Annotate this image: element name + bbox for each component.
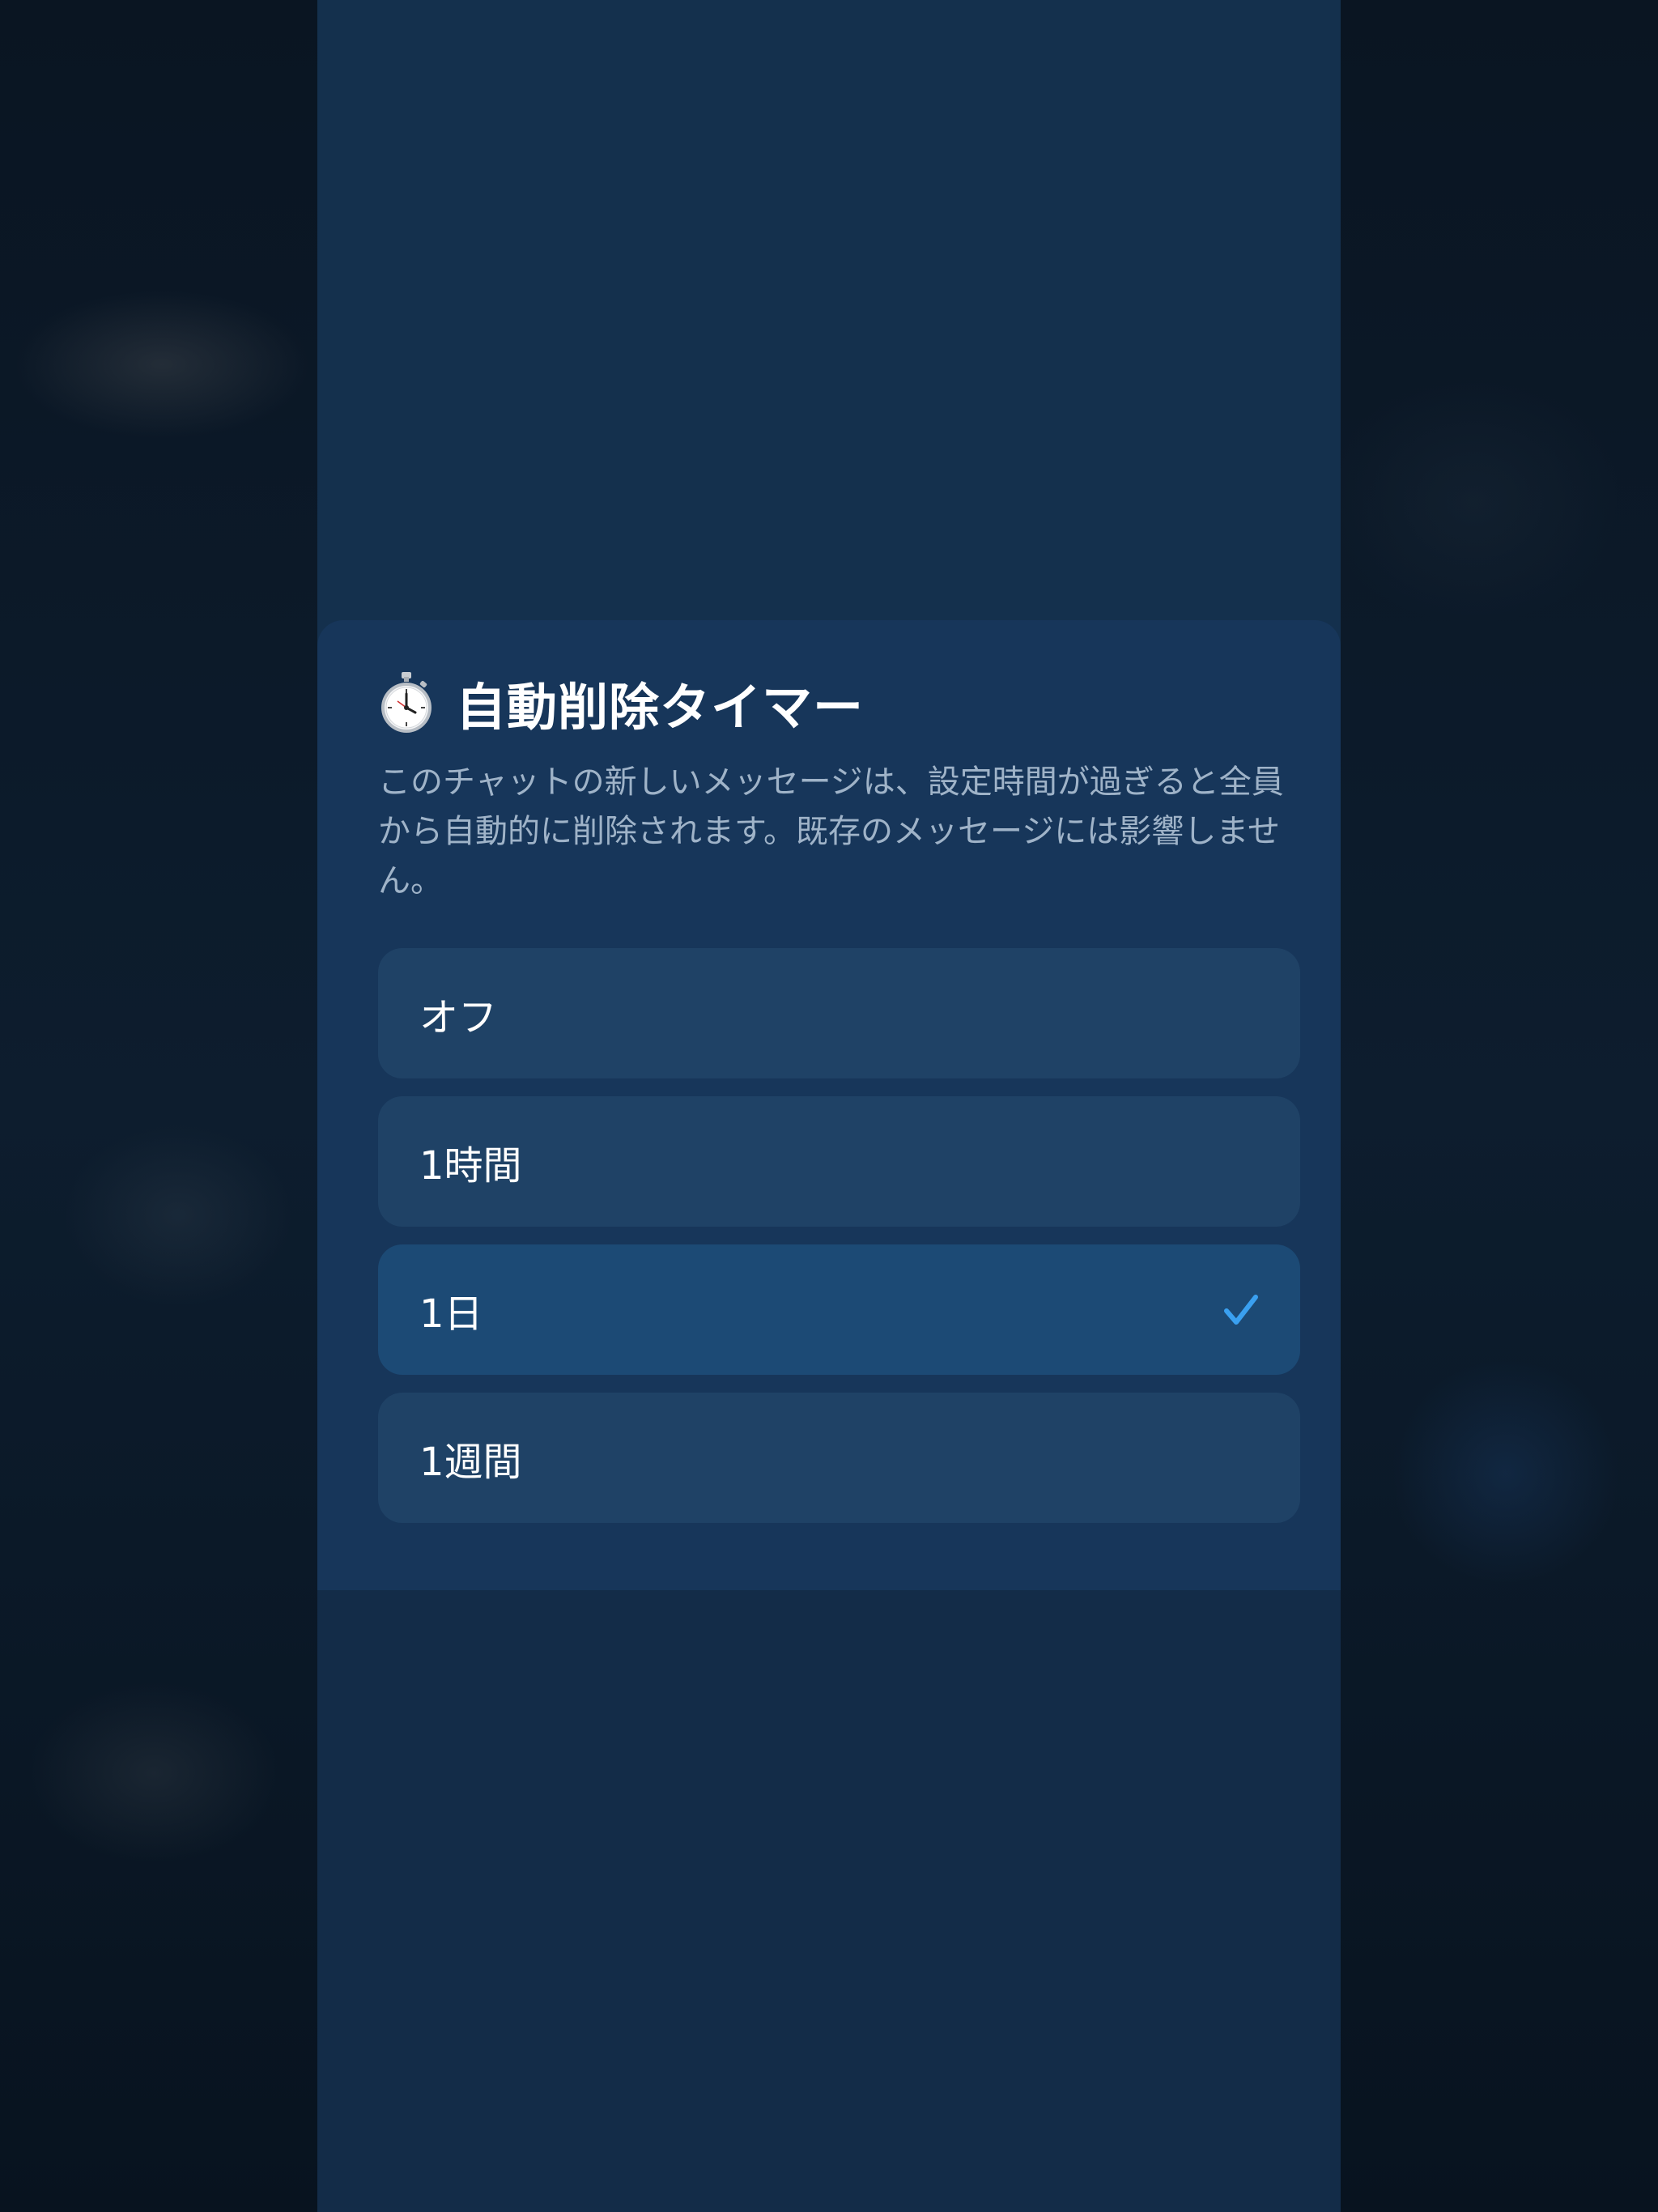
stopwatch-icon — [381, 672, 432, 733]
app-window: 自動削除タイマー このチャットの新しいメッセージは、設定時間が過ぎると全員から自… — [317, 0, 1341, 2212]
sheet-header: 自動削除タイマー — [378, 670, 1300, 737]
auto-delete-timer-sheet: 自動削除タイマー このチャットの新しいメッセージは、設定時間が過ぎると全員から自… — [317, 620, 1341, 1590]
option-1-day[interactable]: 1日 — [378, 1244, 1300, 1375]
option-1-week[interactable]: 1週間 — [378, 1393, 1300, 1523]
option-label: 1週間 — [419, 1439, 522, 1485]
option-off[interactable]: オフ — [378, 948, 1300, 1078]
option-1-hour[interactable]: 1時間 — [378, 1096, 1300, 1227]
timer-options-list: オフ 1時間 1日 1週間 — [378, 948, 1300, 1523]
chat-backdrop-top[interactable] — [317, 0, 1341, 620]
option-label: 1日 — [419, 1291, 483, 1337]
chat-backdrop-bottom[interactable] — [317, 1590, 1341, 2212]
sheet-description: このチャットの新しいメッセージは、設定時間が過ぎると全員から自動的に削除されます… — [378, 764, 1284, 900]
option-label: 1時間 — [419, 1142, 522, 1189]
checkmark-icon — [1224, 1294, 1258, 1325]
option-label: オフ — [419, 994, 498, 1040]
sheet-title: 自動削除タイマー — [456, 678, 865, 737]
